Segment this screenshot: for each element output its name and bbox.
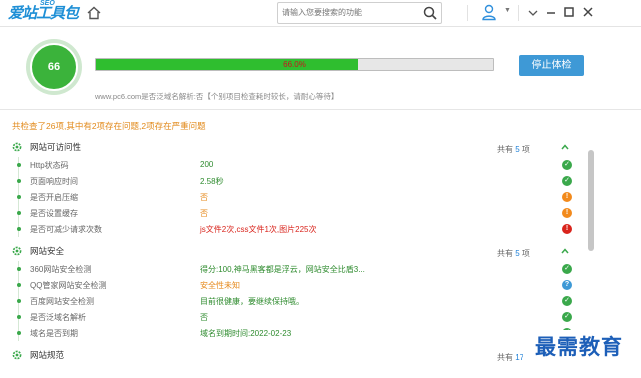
row-bullet (17, 211, 21, 215)
divider (518, 5, 519, 21)
check-item-label: 是否可减少请求次数 (30, 225, 102, 234)
section-count-suffix: 项 (521, 249, 530, 258)
close-icon[interactable] (580, 4, 596, 20)
check-item-label: QQ管家网站安全检测 (30, 281, 107, 290)
app-logo-sup: SEO (40, 0, 55, 7)
check-item-value: 安全性未知 (200, 281, 240, 290)
status-ok-icon: ✓ (562, 296, 572, 306)
section-header[interactable]: 网站规范共有 17 项 (0, 345, 590, 365)
row-bullet (17, 179, 21, 183)
section-count-suffix: 项 (521, 145, 530, 154)
check-item-label: 360网站安全检测 (30, 265, 92, 274)
row-bullet (17, 163, 21, 167)
divider (467, 5, 468, 21)
section-gear-icon (12, 246, 22, 256)
check-item-label: 是否开启压缩 (30, 193, 78, 202)
section-header[interactable]: 网站可访问性 共有 5 项 (0, 137, 590, 157)
section-count-prefix: 共有 (497, 145, 513, 154)
check-item-label: 百度网站安全检测 (30, 297, 94, 306)
status-info-icon: ? (562, 280, 572, 290)
check-item-value: js文件2次,css文件1次,图片225次 (200, 225, 317, 234)
check-row: 是否可减少请求次数 js文件2次,css文件1次,图片225次! (0, 221, 580, 237)
stop-check-button[interactable]: 停止体检 (519, 55, 584, 76)
section-count-prefix: 共有 (497, 353, 513, 362)
check-item-value: 否 (200, 193, 208, 202)
section-title: 网站安全 (30, 246, 65, 256)
check-item-value: 域名到期时间:2022-02-23 (200, 329, 292, 338)
summary-bar: 共检查了26项,其中有2项存在问题,2项存在严重问题 (0, 109, 641, 136)
score-panel: 66 66.0% 停止体检 www.pc6.com是否泛域名解析:否【个别项目检… (0, 27, 641, 107)
section-header[interactable]: 网站安全 共有 5 项 (0, 241, 590, 261)
status-warn-icon: ! (562, 208, 572, 218)
maximize-icon[interactable] (561, 4, 577, 20)
check-row: 是否设置缓存 否! (0, 205, 580, 221)
check-item-label: 是否设置缓存 (30, 209, 78, 218)
search-icon[interactable] (423, 6, 437, 20)
check-progress-bar: 66.0% (95, 58, 494, 71)
check-item-label: 域名是否到期 (30, 329, 78, 338)
row-bullet (17, 283, 21, 287)
scroll-thumb[interactable] (588, 150, 594, 251)
status-ok-icon: ✓ (562, 264, 572, 274)
check-row: 域名是否到期域名到期时间:2022-02-23✓ (0, 325, 580, 341)
user-icon[interactable] (481, 4, 497, 21)
check-item-label: 是否泛域名解析 (30, 313, 86, 322)
check-item-value: 得分:100,神马黑客都是浮云，网站安全比盾3... (200, 265, 365, 274)
section-gear-icon (12, 350, 22, 360)
row-bullet (17, 331, 21, 335)
check-item-label: 页面响应时间 (30, 177, 78, 186)
check-item-value: 200 (200, 160, 214, 169)
section-title: 网站规范 (30, 350, 65, 360)
section-count-prefix: 共有 (497, 249, 513, 258)
skin-icon[interactable] (525, 4, 541, 20)
minimize-icon[interactable] (543, 4, 559, 20)
progress-text: 66.0% (283, 60, 306, 69)
check-row: 360网站安全检测 得分:100,神马黑客都是浮云，网站安全比盾3... ✓ (0, 261, 580, 277)
status-ok-icon: ✓ (562, 176, 572, 186)
search-input[interactable] (282, 5, 418, 20)
section-title: 网站可访问性 (30, 142, 82, 152)
score-value: 66 (30, 43, 78, 91)
section-gear-icon (12, 142, 22, 152)
collapse-chevron-icon[interactable] (560, 246, 570, 256)
status-ok-icon: ✓ (562, 160, 572, 170)
check-row: 是否泛域名解析 否 ✓ (0, 309, 580, 325)
search-box (277, 2, 442, 24)
status-error-icon: ! (562, 224, 572, 234)
section-count: 共有 5 项 (497, 248, 530, 259)
check-item-value: 2.58秒 (200, 177, 224, 186)
check-item-value: 否 (200, 313, 208, 322)
check-item-label: Http状态码 (30, 161, 69, 170)
home-icon[interactable] (86, 5, 102, 21)
row-bullet (17, 299, 21, 303)
check-item-value: 否 (200, 209, 208, 218)
row-bullet (17, 315, 21, 319)
check-row: 页面响应时间 2.58秒 ✓ (0, 173, 580, 189)
check-row: 是否开启压缩 否! (0, 189, 580, 205)
row-bullet (17, 195, 21, 199)
check-row: QQ管家网站安全检测 安全性未知? (0, 277, 580, 293)
section-count-number: 5 (515, 249, 520, 258)
section-count: 共有 5 项 (497, 144, 530, 155)
collapse-chevron-icon[interactable] (560, 142, 570, 152)
status-warn-icon: ! (562, 192, 572, 202)
section-count-number: 5 (515, 145, 520, 154)
check-note: www.pc6.com是否泛域名解析:否【个别项目检查耗时较长，请耐心等待】 (95, 92, 339, 101)
check-item-value: 目前很健康，要继续保持哦。 (200, 297, 304, 306)
check-row: Http状态码 200 ✓ (0, 157, 580, 173)
status-ok-icon: ✓ (562, 312, 572, 322)
score-ring: 66 (26, 39, 82, 95)
row-bullet (17, 227, 21, 231)
user-menu-arrow-icon[interactable]: ▼ (504, 7, 511, 14)
summary-text: 共检查了26项,其中有2项存在问题,2项存在严重问题 (12, 121, 206, 131)
row-bullet (17, 267, 21, 271)
check-row: 百度网站安全检测 目前很健康，要继续保持哦。 ✓ (0, 293, 580, 309)
watermark: 最需教育 (523, 330, 635, 364)
title-bar: 爱站工具包 SEO ▼ (0, 0, 641, 27)
